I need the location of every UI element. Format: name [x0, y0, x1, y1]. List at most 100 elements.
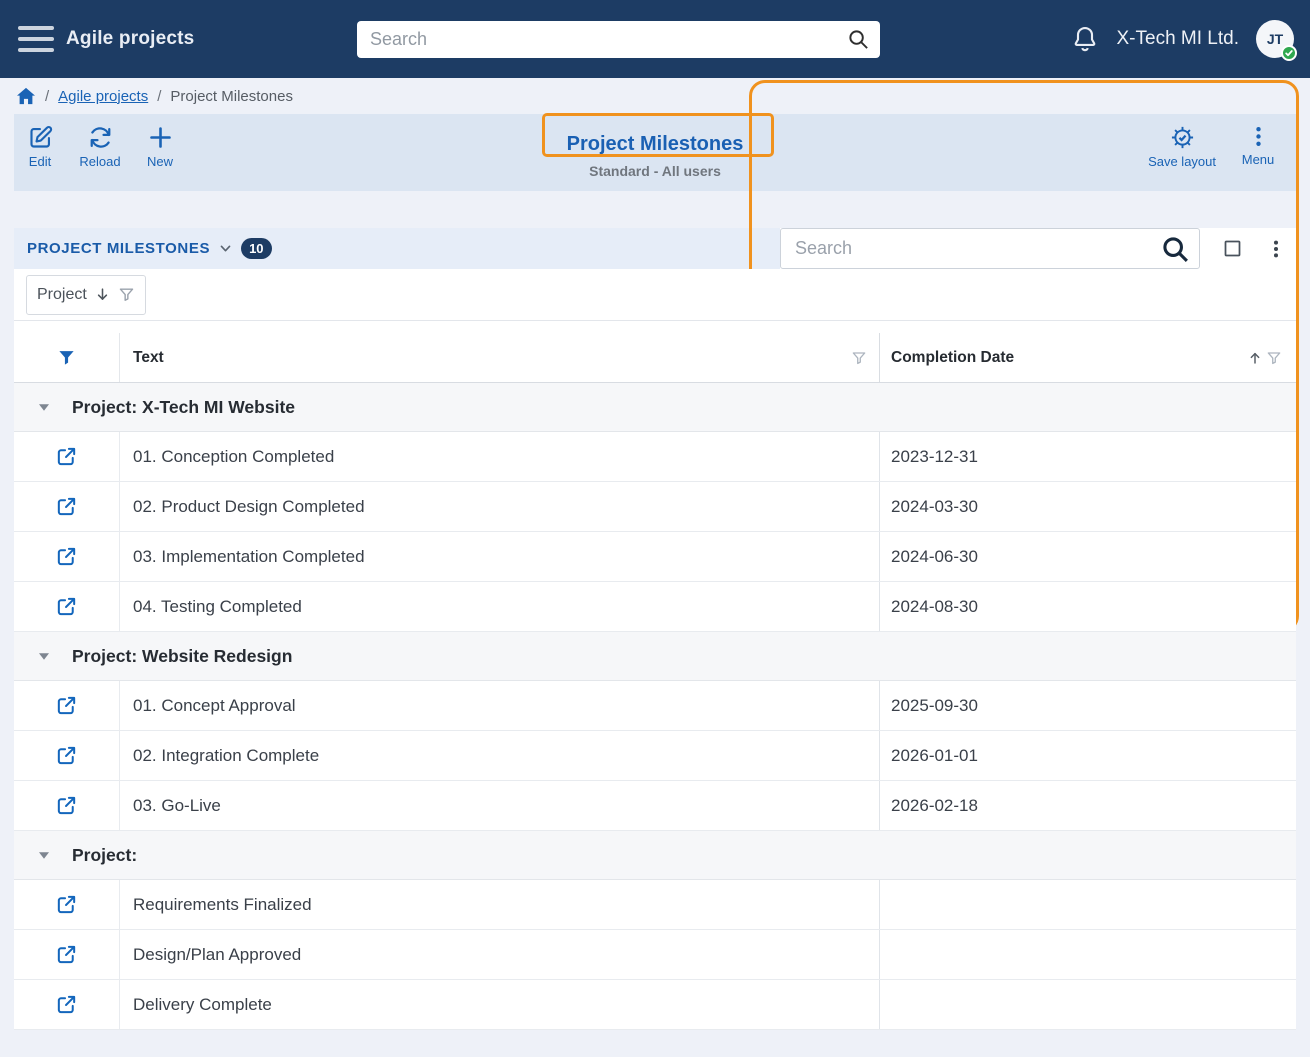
global-search [357, 21, 880, 58]
open-record-cell[interactable] [14, 980, 120, 1029]
table-row[interactable]: Delivery Complete [14, 980, 1296, 1030]
sort-ascending-icon[interactable] [1247, 350, 1263, 366]
panel-title-dropdown[interactable]: PROJECT MILESTONES 10 [14, 228, 780, 269]
group-rows: 01. Conception Completed 2023-12-31 02. … [14, 432, 1296, 632]
topbar-right: X-Tech MI Ltd. JT [1070, 0, 1295, 78]
reload-icon [87, 124, 114, 151]
table-header-row: Text Completion Date [14, 333, 1296, 383]
breadcrumb-link-agile-projects[interactable]: Agile projects [58, 88, 148, 105]
global-search-input[interactable] [357, 21, 880, 58]
kebab-menu-icon [1265, 238, 1287, 260]
sort-descending-icon[interactable] [94, 286, 111, 303]
group-header-row[interactable]: Project: X-Tech MI Website [14, 383, 1296, 432]
hamburger-menu-icon[interactable] [18, 26, 54, 52]
table-group: Project: Requirements Finalized Design/P… [14, 831, 1296, 1030]
milestone-text: 04. Testing Completed [120, 582, 880, 631]
company-name: X-Tech MI Ltd. [1117, 28, 1240, 50]
milestone-completion-date: 2025-09-30 [880, 681, 1296, 730]
table-row[interactable]: 01. Conception Completed 2023-12-31 [14, 432, 1296, 482]
milestones-table: Project Text [14, 269, 1296, 1030]
open-external-icon[interactable] [55, 744, 78, 767]
header-filter-cell[interactable] [14, 333, 120, 382]
gear-check-icon [1169, 124, 1196, 151]
search-icon[interactable] [1160, 234, 1191, 265]
milestone-text: 03. Go-Live [120, 781, 880, 830]
topbar: Agile projects X-Tech MI Ltd. JT [0, 0, 1310, 78]
new-button[interactable]: New [136, 124, 184, 169]
group-rows: Requirements Finalized Design/Plan Appro… [14, 880, 1296, 1030]
search-icon[interactable] [847, 28, 870, 51]
column-header-text[interactable]: Text [133, 349, 164, 367]
open-record-cell[interactable] [14, 432, 120, 481]
reload-button-label: Reload [79, 154, 120, 169]
open-record-cell[interactable] [14, 781, 120, 830]
app-title: Agile projects [66, 28, 194, 50]
filter-icon[interactable] [118, 286, 135, 303]
table-row[interactable]: 02. Integration Complete 2026-01-01 [14, 731, 1296, 781]
save-layout-button[interactable]: Save layout [1148, 124, 1216, 169]
open-external-icon[interactable] [55, 943, 78, 966]
panel-search-input[interactable] [781, 229, 1199, 268]
collapse-triangle-icon[interactable] [38, 652, 50, 661]
panel-options-button[interactable] [1265, 238, 1287, 260]
toolbar-center: Project Milestones Standard - All users [553, 127, 758, 179]
open-external-icon[interactable] [55, 694, 78, 717]
edit-button[interactable]: Edit [16, 124, 64, 169]
open-external-icon[interactable] [55, 545, 78, 568]
table-row[interactable]: 03. Go-Live 2026-02-18 [14, 781, 1296, 831]
panel-title: PROJECT MILESTONES [27, 240, 210, 257]
table-row[interactable]: Design/Plan Approved [14, 930, 1296, 980]
group-header-row[interactable]: Project: [14, 831, 1296, 880]
open-external-icon[interactable] [55, 495, 78, 518]
table-row[interactable]: Requirements Finalized [14, 880, 1296, 930]
reload-button[interactable]: Reload [76, 124, 124, 169]
record-count-badge: 10 [241, 238, 271, 259]
collapse-triangle-icon[interactable] [38, 851, 50, 860]
collapse-triangle-icon[interactable] [38, 403, 50, 412]
save-layout-label: Save layout [1148, 154, 1216, 169]
home-icon[interactable] [16, 87, 36, 105]
milestone-text: 02. Product Design Completed [120, 482, 880, 531]
table-row[interactable]: 02. Product Design Completed 2024-03-30 [14, 482, 1296, 532]
milestone-text: 03. Implementation Completed [120, 532, 880, 581]
view-selector[interactable]: Standard - All users [553, 163, 758, 179]
table-row[interactable]: 01. Concept Approval 2025-09-30 [14, 681, 1296, 731]
open-record-cell[interactable] [14, 532, 120, 581]
open-record-cell[interactable] [14, 681, 120, 730]
open-record-cell[interactable] [14, 582, 120, 631]
breadcrumb: / Agile projects / Project Milestones [0, 78, 1310, 114]
open-external-icon[interactable] [55, 794, 78, 817]
table-row[interactable]: 03. Implementation Completed 2024-06-30 [14, 532, 1296, 582]
group-header-row[interactable]: Project: Website Redesign [14, 632, 1296, 681]
group-by-label: Project [37, 286, 87, 304]
filter-icon[interactable] [1266, 350, 1282, 366]
milestone-completion-date: 2023-12-31 [880, 432, 1296, 481]
open-record-cell[interactable] [14, 731, 120, 780]
new-button-label: New [147, 154, 173, 169]
table-row[interactable]: 04. Testing Completed 2024-08-30 [14, 582, 1296, 632]
open-record-cell[interactable] [14, 930, 120, 979]
menu-button[interactable]: Menu [1234, 124, 1282, 169]
panel-header: PROJECT MILESTONES 10 [14, 228, 1296, 269]
online-status-badge [1281, 45, 1297, 61]
open-record-cell[interactable] [14, 482, 120, 531]
column-header-completion-date[interactable]: Completion Date [891, 349, 1014, 367]
milestone-text: Design/Plan Approved [120, 930, 880, 979]
milestone-text: 01. Conception Completed [120, 432, 880, 481]
open-external-icon[interactable] [55, 445, 78, 468]
open-external-icon[interactable] [55, 993, 78, 1016]
menu-button-label: Menu [1242, 152, 1275, 167]
open-external-icon[interactable] [55, 893, 78, 916]
bell-icon[interactable] [1070, 24, 1100, 54]
milestone-text: 01. Concept Approval [120, 681, 880, 730]
expand-button[interactable] [1222, 238, 1243, 259]
group-by-chip[interactable]: Project [26, 275, 146, 315]
open-record-cell[interactable] [14, 880, 120, 929]
open-external-icon[interactable] [55, 595, 78, 618]
avatar[interactable]: JT [1256, 20, 1294, 58]
milestone-completion-date [880, 980, 1296, 1029]
milestone-completion-date: 2026-02-18 [880, 781, 1296, 830]
filter-icon[interactable] [851, 350, 867, 366]
table-groups: Project: X-Tech MI Website 01. Conceptio… [14, 383, 1296, 1030]
milestone-text: Requirements Finalized [120, 880, 880, 929]
